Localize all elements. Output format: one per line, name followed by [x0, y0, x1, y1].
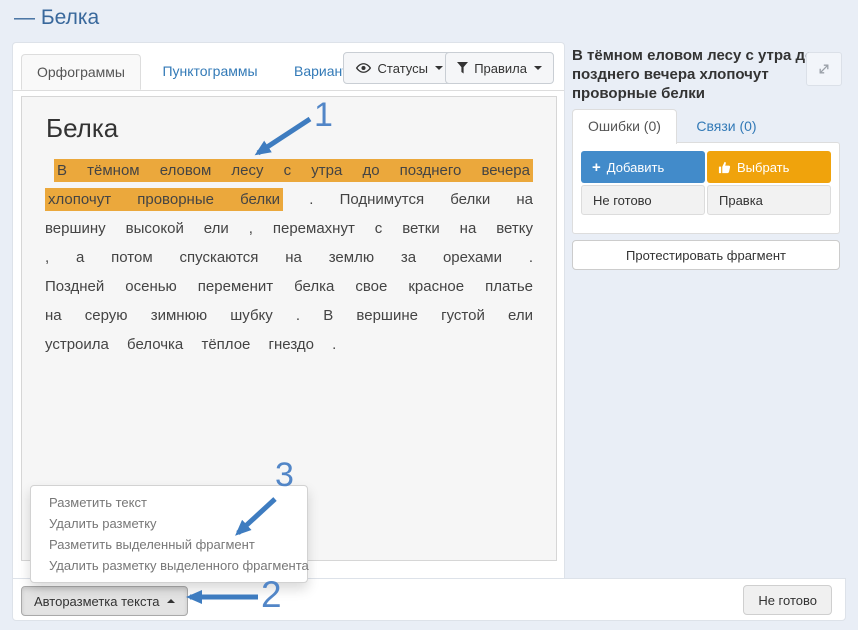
document-text: В тёмном еловом лесу с утра до позднего … [45, 156, 533, 359]
not-ready-button-label: Не готово [593, 193, 652, 208]
edit-button-label: Правка [719, 193, 763, 208]
main-tabbar: Орфограммы Пунктограммы Варианты Статусы… [13, 43, 564, 91]
thumbs-up-icon [718, 161, 731, 174]
tab-orthograms[interactable]: Орфограммы [21, 54, 141, 90]
select-button-label: Выбрать [737, 160, 789, 175]
app-root: — Белка Орфограммы Пунктограммы Варианты… [0, 0, 858, 630]
caret-down-icon [435, 66, 443, 70]
menu-item-markup-selected-fragment[interactable]: Разметить выделенный фрагмент [31, 534, 307, 555]
filter-funnel-icon [457, 62, 468, 74]
caret-up-icon [167, 599, 175, 603]
eye-icon [355, 62, 372, 74]
automarkup-menu: Разметить текст Удалить разметку Размети… [30, 485, 308, 583]
statuses-dropdown-button[interactable]: Статусы [343, 52, 455, 84]
add-button-label: Добавить [607, 160, 664, 175]
tab-errors[interactable]: Ошибки (0) [572, 109, 677, 144]
menu-item-remove-markup[interactable]: Удалить разметку [31, 513, 307, 534]
document-heading: Белка [46, 113, 556, 144]
menu-item-markup-text[interactable]: Разметить текст [31, 492, 307, 513]
select-button[interactable]: Выбрать [707, 151, 831, 183]
caret-down-icon [534, 66, 542, 70]
tab-links[interactable]: Связи (0) [681, 110, 771, 142]
rules-dropdown-button[interactable]: Правила [445, 52, 554, 84]
automarkup-button-label: Авторазметка текста [34, 594, 160, 609]
rules-button-label: Правила [474, 61, 527, 76]
document-rest-text: . Поднимутся белки на вершину высокой ел… [45, 191, 533, 353]
menu-item-remove-markup-selected-fragment[interactable]: Удалить разметку выделенного фрагмента [31, 555, 307, 576]
tab-punctograms[interactable]: Пунктограммы [147, 54, 272, 88]
fragment-title: В тёмном еловом лесу с утра до позднего … [572, 46, 844, 103]
edit-button[interactable]: Правка [707, 185, 831, 215]
expand-icon [817, 62, 831, 76]
side-tabbar: Ошибки (0) Связи (0) [572, 109, 772, 144]
automarkup-dropdown-button[interactable]: Авторазметка текста [21, 586, 188, 616]
page-title: — Белка [14, 6, 99, 30]
add-button[interactable]: + Добавить [581, 151, 705, 183]
statuses-button-label: Статусы [378, 61, 428, 76]
footer-not-ready-button[interactable]: Не готово [743, 585, 832, 615]
errors-panel: + Добавить Выбрать Не готово Правка [572, 142, 840, 234]
footer-bar: Авторазметка текста Не готово [12, 578, 846, 621]
test-fragment-button[interactable]: Протестировать фрагмент [572, 240, 840, 270]
expand-button[interactable] [806, 52, 842, 86]
not-ready-button[interactable]: Не готово [581, 185, 705, 215]
plus-icon: + [592, 161, 601, 174]
